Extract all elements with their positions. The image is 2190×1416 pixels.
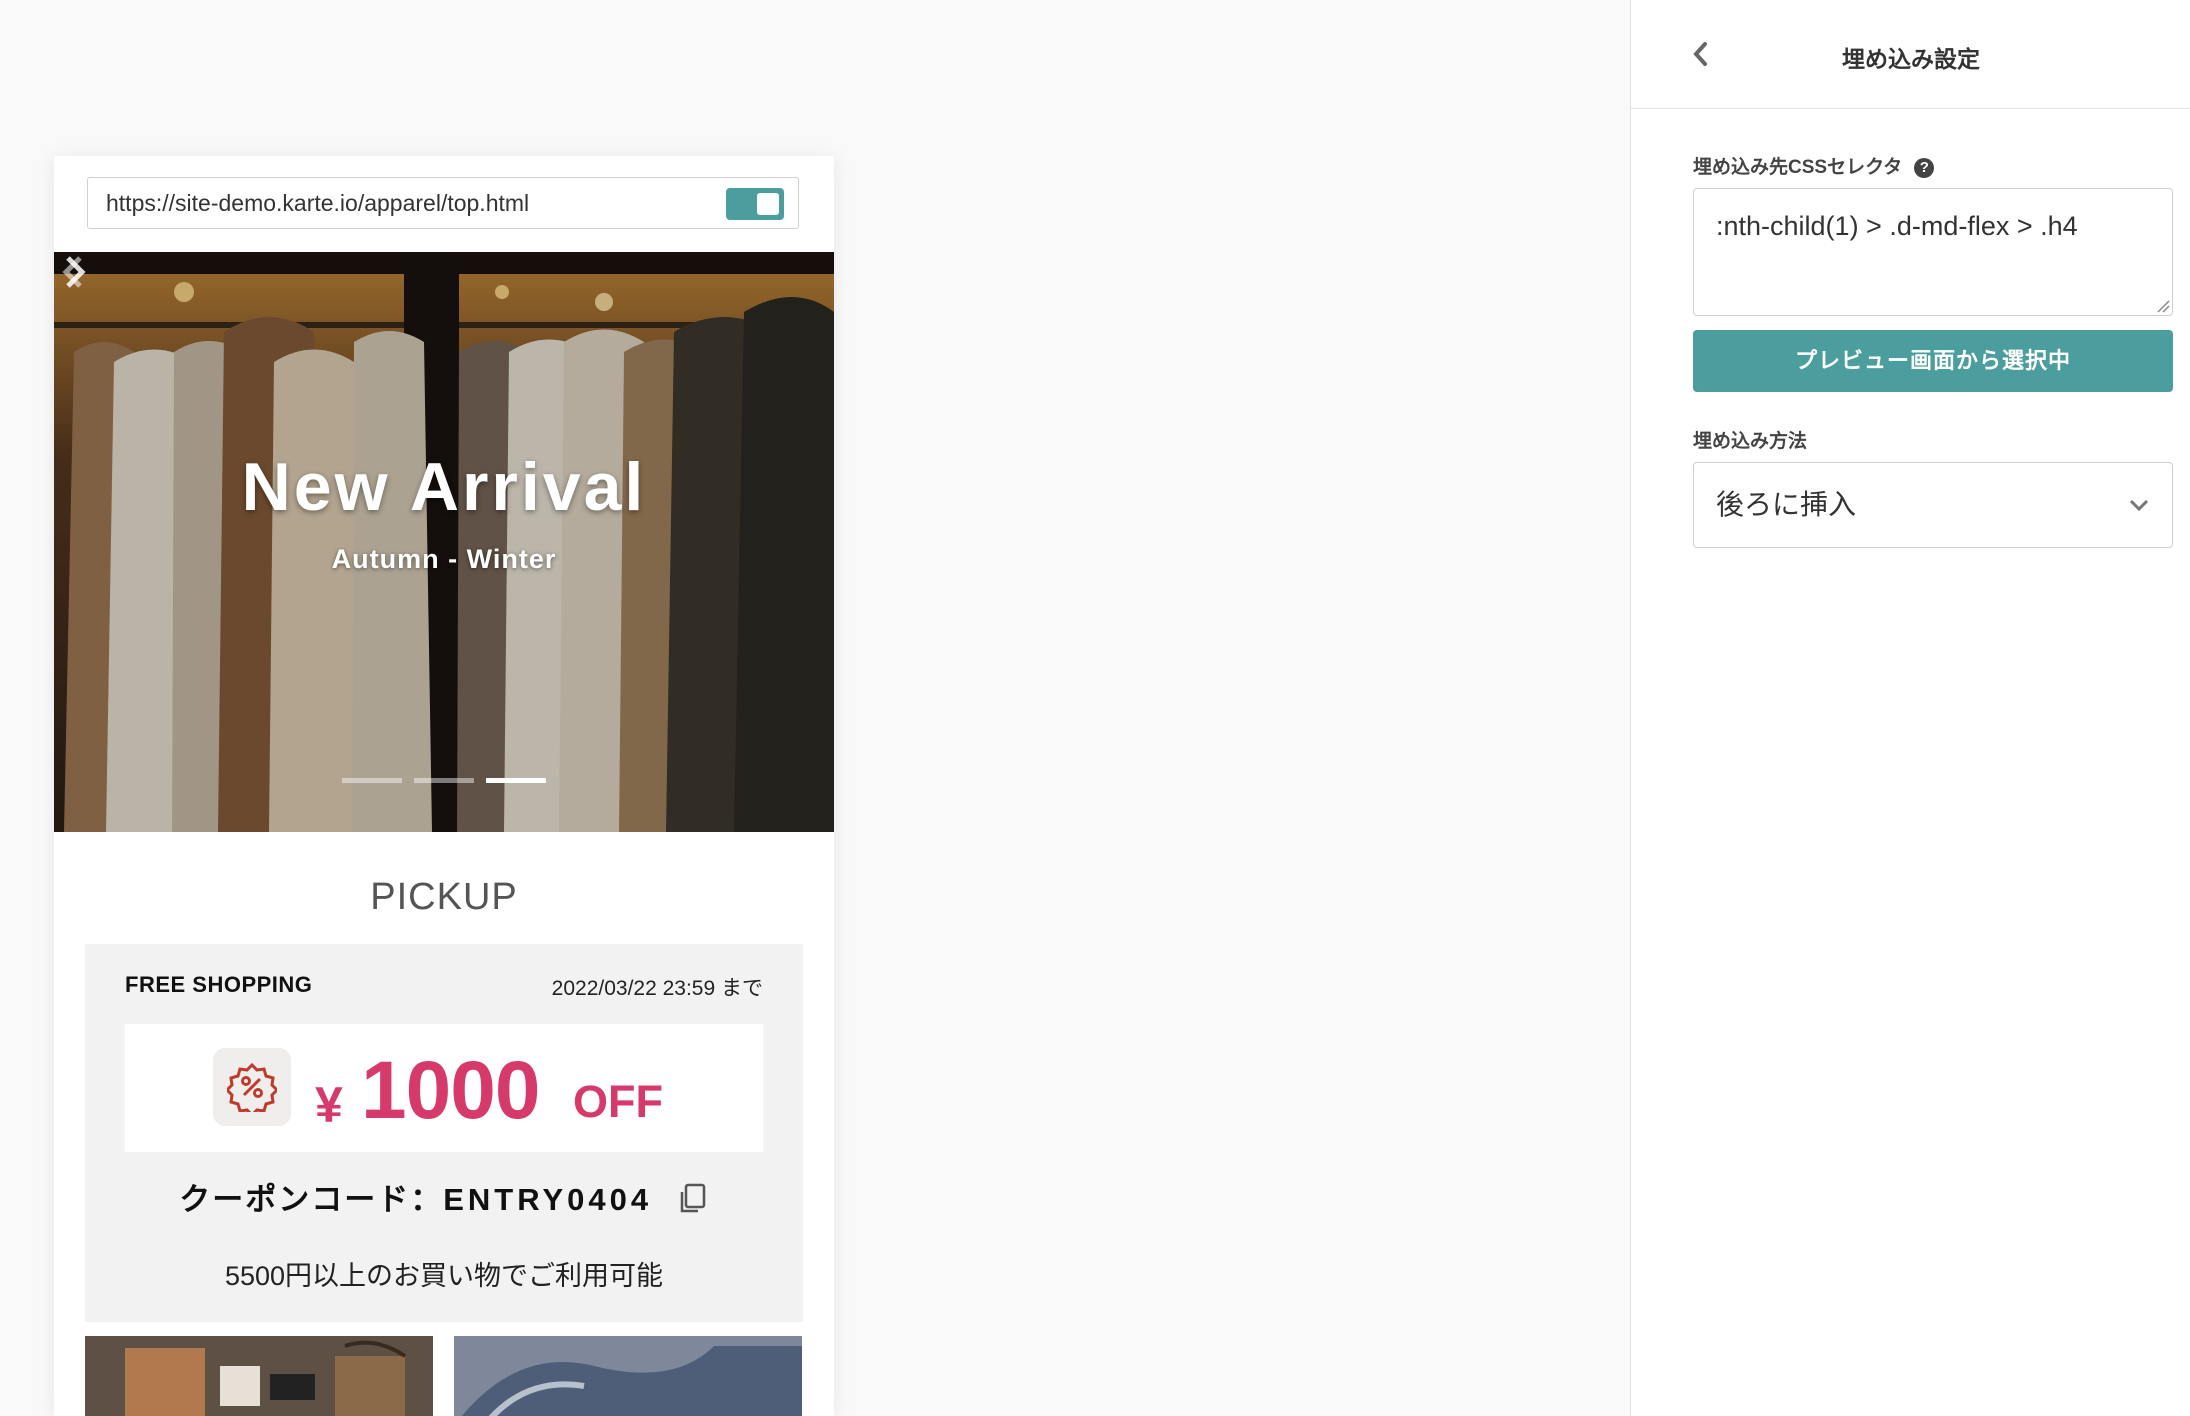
discount-amount: 1000 <box>361 1045 540 1136</box>
product-thumbnail[interactable] <box>454 1336 802 1416</box>
css-selector-input[interactable]: :nth-child(1) > .d-md-flex > .h4 <box>1693 188 2173 316</box>
hero-carousel: New Arrival Autumn - Winter <box>54 252 834 832</box>
preview-toggle[interactable] <box>726 188 784 220</box>
coupon-deadline: 2022/03/22 23:59 まで <box>551 977 763 1000</box>
selector-label: 埋め込み先CSSセレクタ? <box>1693 152 1935 179</box>
discount-suffix: OFF <box>573 1076 663 1127</box>
resize-handle-icon[interactable] <box>2156 299 2170 313</box>
carousel-indicator-2[interactable] <box>414 778 474 783</box>
embed-method-select[interactable]: 後ろに挿入 <box>1693 462 2173 548</box>
product-thumbnail[interactable] <box>85 1336 433 1416</box>
css-selector-value: :nth-child(1) > .d-md-flex > .h4 <box>1716 211 2078 241</box>
url-text: https://site-demo.karte.io/apparel/top.h… <box>106 190 530 216</box>
chevron-right-icon[interactable] <box>54 252 94 292</box>
settings-panel: 埋め込み設定 埋め込み先CSSセレクタ? :nth-child(1) > .d-… <box>1630 0 2190 1416</box>
embed-method-value: 後ろに挿入 <box>1716 489 1857 520</box>
url-bar[interactable]: https://site-demo.karte.io/apparel/top.h… <box>87 177 799 229</box>
embed-method-label: 埋め込み方法 <box>1693 431 1808 452</box>
hero-subtitle: Autumn - Winter <box>331 544 557 574</box>
coupon-condition: 5500円以上のお買い物でご利用可能 <box>224 1261 664 1291</box>
pick-from-preview-button[interactable]: プレビュー画面から選択中 <box>1693 330 2173 392</box>
help-icon[interactable]: ? <box>1914 158 1935 178</box>
discount-currency: ¥ <box>315 1077 343 1133</box>
coupon-card: FREE SHOPPING 2022/03/22 23:59 まで ¥ 1000… <box>85 944 803 1322</box>
selector-label-text: 埋め込み先CSSセレクタ <box>1693 157 1903 178</box>
copy-icon[interactable] <box>675 1182 709 1216</box>
panel-title: 埋め込み設定 <box>1842 46 1980 72</box>
hero-image <box>54 252 834 832</box>
coupon-code-label: クーポンコード： <box>179 1182 444 1217</box>
coupon-code-row: クーポンコード：ENTRY0404 <box>85 1174 803 1219</box>
toggle-knob <box>757 193 779 215</box>
coupon-code-value: ENTRY0404 <box>443 1182 653 1217</box>
discount-badge-icon <box>213 1048 291 1126</box>
chevron-down-icon <box>2129 499 2149 512</box>
preview-frame: https://site-demo.karte.io/apparel/top.h… <box>54 156 834 1416</box>
carousel-indicator-1[interactable] <box>342 778 402 783</box>
panel-header: 埋め込み設定 <box>1631 0 2190 109</box>
discount-box: ¥ 1000 OFF <box>125 1024 763 1152</box>
hero-title: New Arrival <box>241 449 647 525</box>
section-title: PICKUP <box>370 876 518 918</box>
coupon-label: FREE SHOPPING <box>125 972 313 997</box>
carousel-indicator-3[interactable] <box>486 778 546 783</box>
